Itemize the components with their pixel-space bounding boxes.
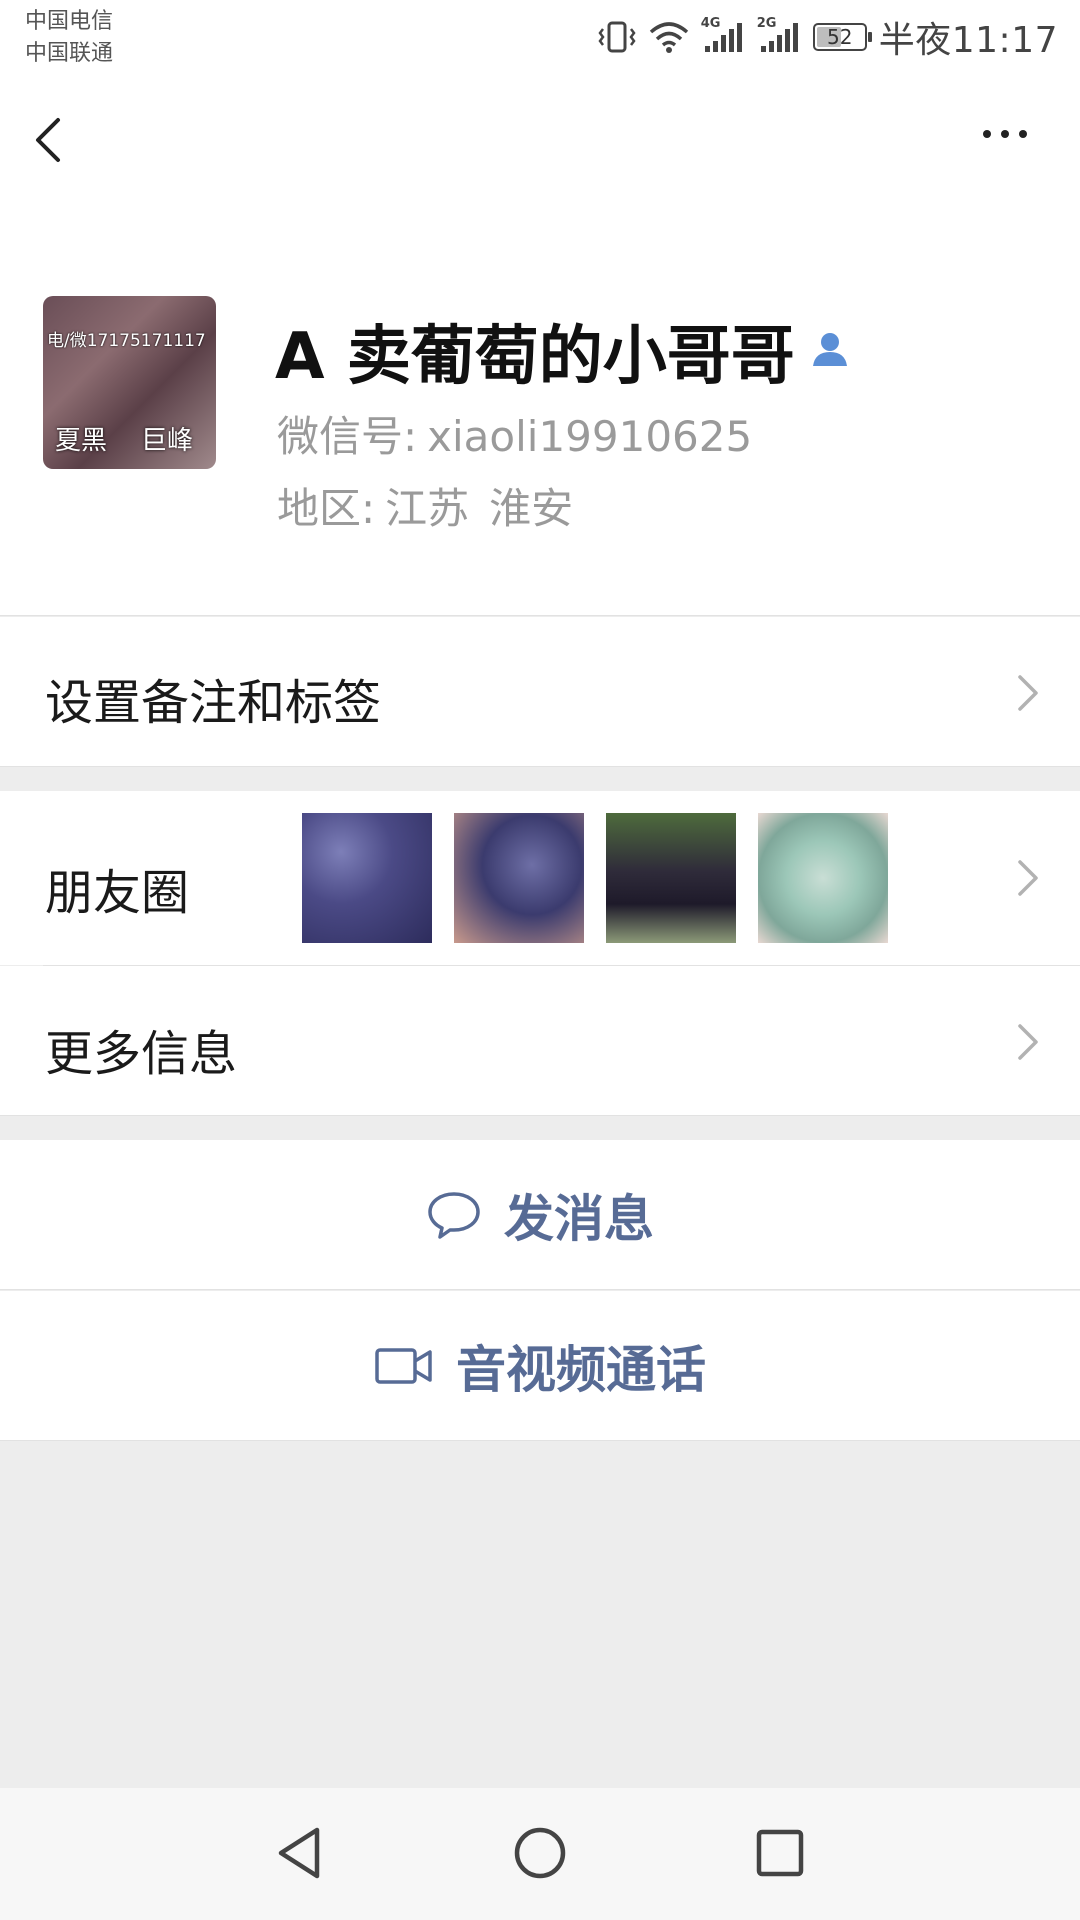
contact-profile-screen: 中国电信 中国联通 4G 2G 52 半夜11:17 电/微1717517111…: [0, 0, 1080, 1920]
region-row: 地区: 江苏 淮安: [277, 475, 573, 536]
wechat-id-value: xiaoli19910625: [427, 412, 753, 461]
wechat-id-label: 微信号:: [277, 412, 418, 461]
moments-label: 朋友圈: [45, 865, 190, 921]
avatar-label-right: 巨峰: [141, 426, 194, 456]
remark-label: 设置备注和标签: [45, 675, 382, 731]
avatar-label-left: 夏黑: [55, 426, 108, 456]
circle-home-icon: [514, 1827, 566, 1879]
square-recents-icon: [756, 1829, 804, 1877]
display-name: A 卖葡萄的小哥哥: [275, 320, 795, 394]
system-back-button[interactable]: [265, 1818, 335, 1888]
battery-level: 52: [827, 25, 853, 49]
carrier-1: 中国电信: [25, 9, 114, 34]
voice-video-call-button[interactable]: 音视频通话: [0, 1291, 1080, 1441]
chevron-right-icon: [1018, 1024, 1038, 1060]
moments-thumbnails: [302, 813, 888, 943]
signal-1-label: 4G: [700, 16, 721, 31]
signal-4g-icon: 4G: [701, 16, 745, 54]
voice-video-call-label: 音视频通话: [456, 1340, 706, 1399]
more-options-button[interactable]: [970, 114, 1040, 154]
region-city: 淮安: [489, 484, 574, 533]
carrier-2: 中国联通: [25, 41, 114, 66]
more-dots-icon: [983, 130, 1027, 138]
system-navigation-bar: [0, 1788, 1080, 1920]
clock: 半夜11:17: [878, 20, 1058, 61]
wifi-icon: [649, 20, 689, 54]
send-message-label: 发消息: [504, 1189, 654, 1248]
avatar-text: 电/微17175171117: [47, 331, 206, 351]
moments-item[interactable]: 朋友圈: [0, 791, 1080, 965]
chevron-right-icon: [1018, 675, 1038, 711]
region-label: 地区:: [277, 484, 376, 533]
avatar[interactable]: 电/微17175171117 夏黑 巨峰: [43, 296, 216, 469]
status-icons: 4G 2G 52 半夜11:17: [597, 10, 1058, 64]
back-button[interactable]: [28, 110, 78, 170]
set-remark-and-tags-item[interactable]: 设置备注和标签: [0, 617, 1080, 767]
wechat-id-row: 微信号: xiaoli19910625: [277, 403, 752, 464]
moments-thumbnail: [758, 813, 888, 943]
profile-header: 电/微17175171117 夏黑 巨峰 A 卖葡萄的小哥哥 微信号: xiaol…: [0, 190, 1080, 616]
send-message-button[interactable]: 发消息: [0, 1140, 1080, 1290]
moments-thumbnail: [606, 813, 736, 943]
name-row: A 卖葡萄的小哥哥: [275, 305, 851, 397]
system-recents-button[interactable]: [745, 1818, 815, 1888]
nav-bar: [0, 80, 1080, 190]
moments-thumbnail: [302, 813, 432, 943]
chevron-right-icon: [1018, 860, 1038, 896]
status-bar: 中国电信 中国联通 4G 2G 52 半夜11:17: [0, 0, 1080, 80]
chat-bubble-icon: [428, 1191, 480, 1239]
signal-2-label: 2G: [756, 16, 777, 31]
battery-icon: 52: [812, 23, 872, 51]
triangle-back-icon: [278, 1827, 320, 1879]
system-home-button[interactable]: [505, 1818, 575, 1888]
signal-2g-icon: 2G: [757, 16, 801, 54]
more-info-item[interactable]: 更多信息: [0, 966, 1080, 1116]
contact-person-icon: [809, 328, 851, 374]
more-info-label: 更多信息: [45, 1026, 238, 1082]
chevron-left-icon: [36, 118, 60, 162]
vibrate-icon: [597, 19, 637, 55]
moments-thumbnail: [454, 813, 584, 943]
region-province: 江苏: [385, 484, 470, 533]
video-camera-icon: [375, 1347, 432, 1384]
carrier-info: 中国电信 中国联通: [25, 6, 113, 70]
